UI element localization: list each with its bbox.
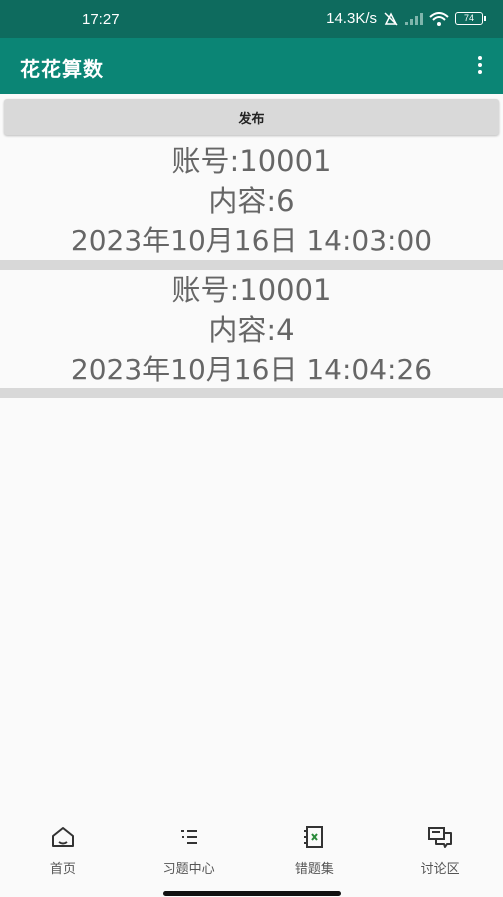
nav-label: 讨论区 [420,862,460,877]
nav-label: 首页 [49,862,76,877]
post-item[interactable]: 账号:10001 内容:4 2023年10月16日 14:04:26 [0,270,503,390]
post-divider [0,388,503,398]
home-indicator[interactable] [163,891,341,896]
post-content: 内容:4 [208,313,295,347]
network-speed: 14.3K/s [326,10,377,27]
home-icon [51,827,74,847]
post-divider [0,260,503,270]
nav-item-mistakes[interactable]: 错题集 [252,818,377,877]
nav-item-home[interactable]: 首页 [0,818,125,877]
wifi-icon [429,11,449,26]
signal-icon [405,12,423,25]
post-datetime: 2023年10月16日 14:03:00 [70,224,433,257]
publish-button[interactable]: 发布 [4,99,499,135]
app-bar: 花花算数 [0,38,503,94]
status-indicators: 14.3K/s 74 [326,10,486,27]
nav-label: 错题集 [294,862,334,877]
notebook-icon [304,826,324,848]
post-account: 账号:10001 [171,273,332,307]
nav-item-exercise-center[interactable]: 习题中心 [126,818,251,877]
status-bar: 17:27 14.3K/s 74 [0,0,503,38]
post-item[interactable]: 账号:10001 内容:6 2023年10月16日 14:03:00 [0,141,503,261]
chat-icon [428,827,453,848]
list-icon [180,830,197,844]
post-datetime: 2023年10月16日 14:04:26 [70,353,433,386]
nav-item-discussion[interactable]: 讨论区 [378,818,503,877]
post-account: 账号:10001 [171,144,332,178]
app-title: 花花算数 [20,57,104,81]
overflow-menu-icon[interactable] [477,56,483,76]
battery-icon: 74 [455,12,486,25]
bottom-nav: 首页 习题中心 错题集 讨论区 [0,818,503,880]
alarm-off-icon [384,11,398,26]
status-time: 17:27 [82,11,120,28]
post-content: 内容:6 [208,184,295,218]
nav-label: 习题中心 [162,862,215,877]
